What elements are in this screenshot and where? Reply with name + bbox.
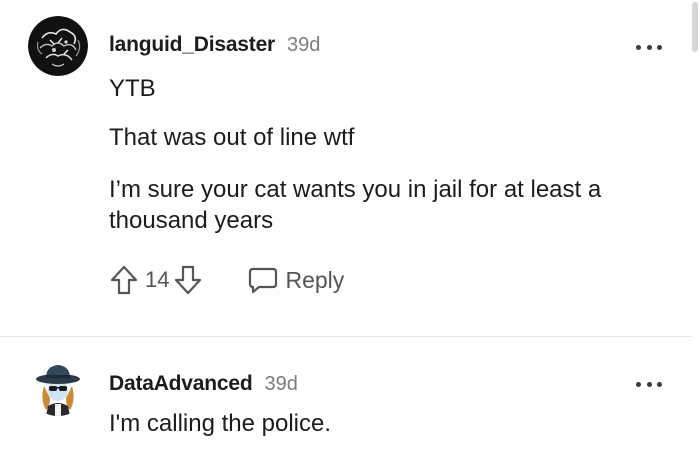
upvote-button[interactable] (109, 263, 139, 297)
username[interactable]: DataAdvanced (109, 372, 253, 396)
more-dot (657, 381, 662, 387)
comment: DataAdvanced 39d I'm calling the police. (0, 338, 692, 464)
comment-text: That was out of line wtf (109, 124, 355, 151)
comment-header: DataAdvanced 39d (109, 372, 298, 396)
user-avatar[interactable] (28, 16, 88, 76)
downvote-button[interactable] (173, 263, 203, 297)
comment-body-line: That was out of line wtf (109, 122, 679, 153)
timestamp: 39d (264, 373, 298, 395)
comment: languid_Disaster 39d YTB That was out of… (0, 0, 692, 336)
more-options-button[interactable] (636, 42, 662, 52)
arrow-down-icon (175, 265, 202, 295)
comment-actions: 14 Reply (109, 262, 344, 298)
username[interactable]: languid_Disaster (109, 33, 275, 57)
detective-character-avatar-icon (28, 356, 88, 416)
comment-body-line: I’m sure your cat wants you in jail for … (109, 174, 679, 236)
vote-count: 14 (145, 267, 170, 292)
more-dot (646, 381, 652, 387)
comment-header: languid_Disaster 39d (109, 33, 320, 57)
speech-bubble-icon (247, 265, 279, 295)
timestamp: 39d (287, 34, 321, 56)
user-avatar[interactable] (28, 356, 88, 416)
comment-text: YTB (109, 75, 156, 102)
comment-divider (0, 336, 700, 337)
more-horizontal-icon (636, 44, 641, 50)
dark-abstract-avatar-icon (28, 16, 88, 76)
reply-label: Reply (285, 266, 345, 293)
reply-button[interactable]: Reply (247, 265, 344, 295)
comment-text: I'm calling the police. (109, 410, 332, 437)
scrollbar[interactable] (692, 0, 700, 464)
more-options-button[interactable] (636, 379, 662, 389)
scrollbar-thumb[interactable] (692, 2, 698, 52)
more-dot (657, 44, 662, 50)
more-dot (646, 44, 652, 50)
more-horizontal-icon (636, 381, 641, 387)
comment-body-line: YTB (109, 73, 679, 104)
arrow-up-icon (110, 265, 138, 295)
comment-body-line: I'm calling the police. (109, 408, 679, 439)
comment-text: I’m sure your cat wants you in jail for … (109, 176, 602, 234)
